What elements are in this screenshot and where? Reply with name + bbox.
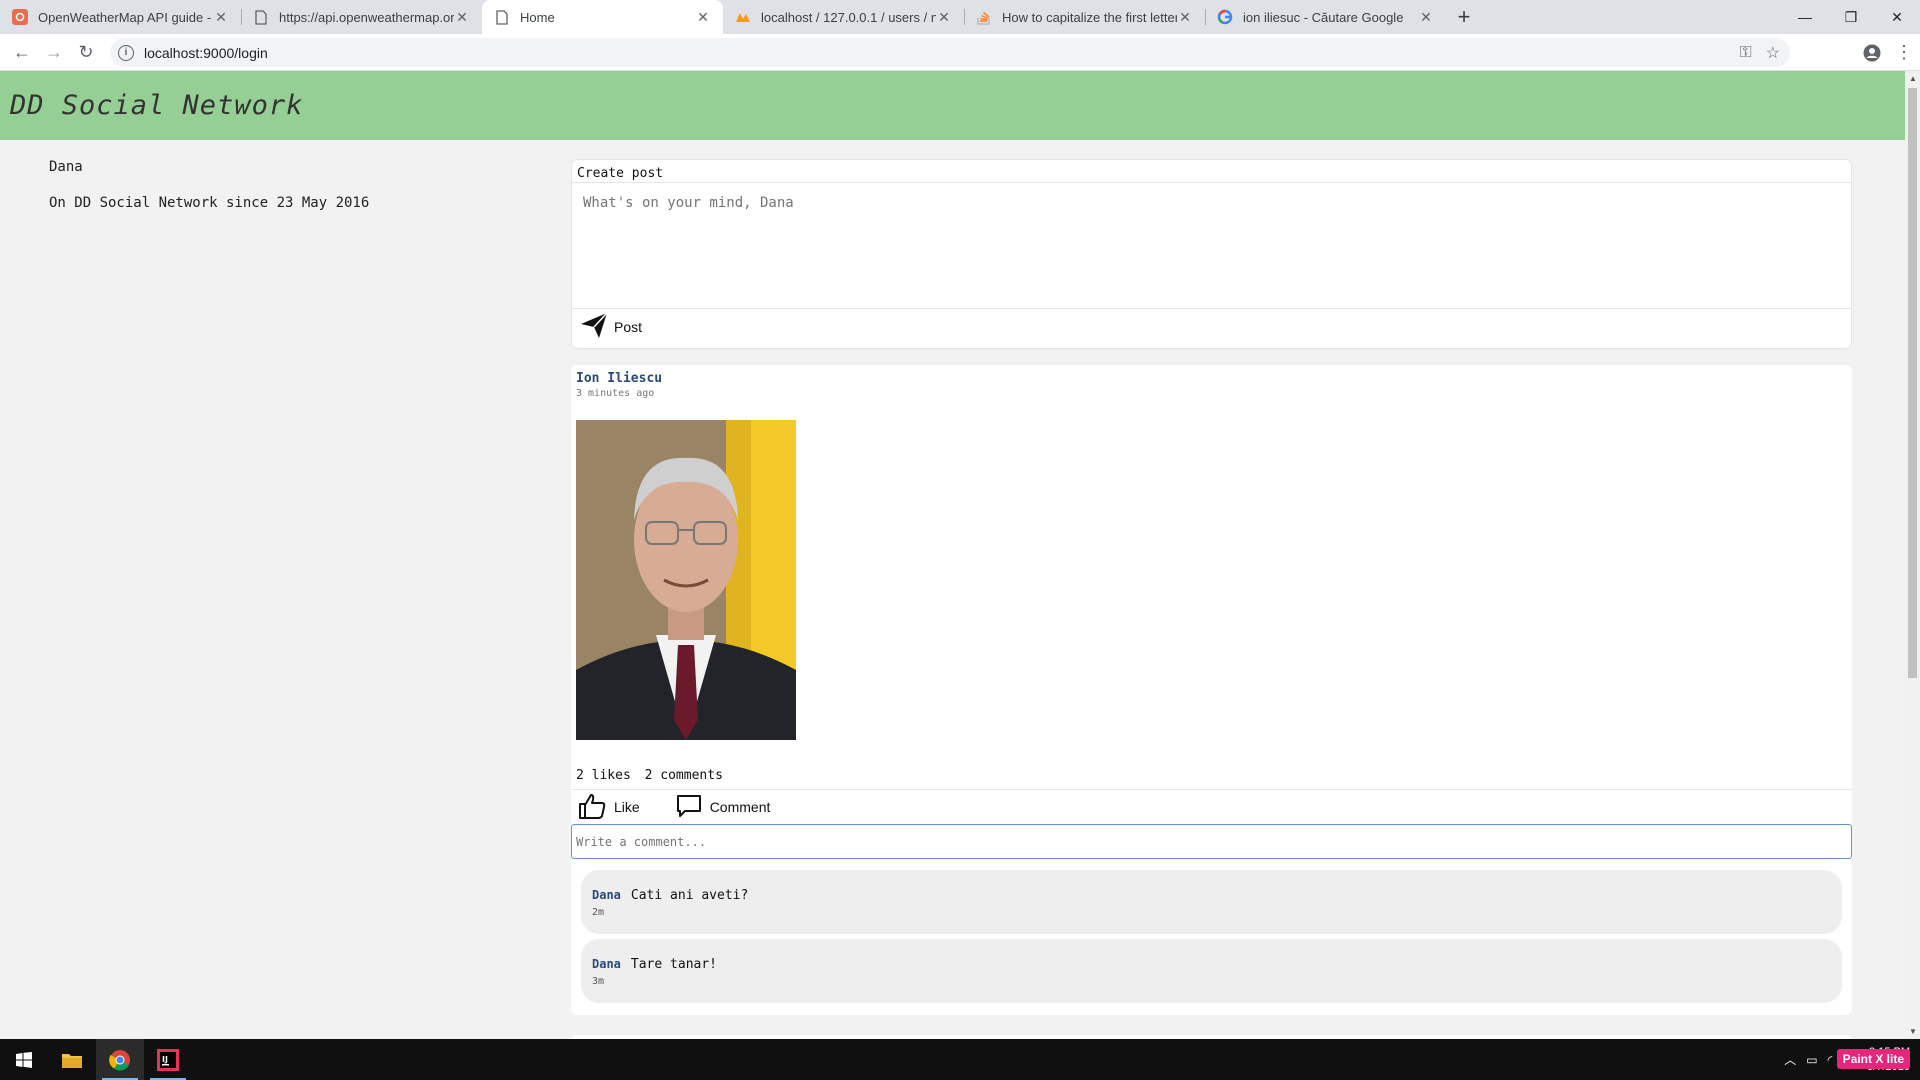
create-post-heading: Create post [572, 160, 1851, 183]
url-text: localhost:9000/login [144, 44, 268, 61]
comment-item: Dana Cati ani aveti? 2m [581, 870, 1842, 934]
back-arrow-icon[interactable]: ← [6, 36, 38, 68]
post-author[interactable]: Ion Iliescu [576, 371, 662, 386]
post-time: 3 minutes ago [576, 388, 655, 399]
thumbs-up-icon [578, 792, 606, 823]
paper-plane-icon [579, 310, 609, 343]
close-tab-icon[interactable]: ✕ [936, 9, 952, 25]
tab-phpmyadmin[interactable]: localhost / 127.0.0.1 / users / nev ✕ [723, 0, 964, 34]
new-tab-button[interactable]: + [1446, 0, 1482, 34]
post-stats: 2 likes 2 comments [576, 768, 723, 783]
profile-name[interactable]: Dana [49, 159, 369, 175]
openweathermap-icon [12, 9, 28, 25]
page-viewport: DD Social Network Dana On DD Social Netw… [0, 71, 1905, 1039]
tab-label: ion iliesuc - Căutare Google [1243, 9, 1404, 25]
chrome-icon[interactable] [96, 1039, 144, 1080]
profile-icon[interactable] [1856, 44, 1888, 62]
comment-item: Dana Tare tanar! 3m [581, 939, 1842, 1003]
star-icon[interactable]: ☆ [1766, 43, 1780, 63]
tab-label: localhost / 127.0.0.1 / users / nev [761, 9, 936, 25]
scroll-up-icon[interactable]: ▲ [1909, 74, 1917, 83]
profile-summary: Dana On DD Social Network since 23 May 2… [49, 159, 369, 211]
site-header: DD Social Network [0, 71, 1905, 140]
comment-author[interactable]: Dana [592, 957, 621, 971]
like-label: Like [614, 799, 640, 815]
tab-openweathermap-guide[interactable]: OpenWeatherMap API guide - O ✕ [0, 0, 241, 34]
tab-label: OpenWeatherMap API guide - O [38, 9, 213, 25]
tab-google-search[interactable]: ion iliesuc - Căutare Google ✕ [1205, 0, 1446, 34]
comment-label: Comment [709, 799, 771, 815]
scroll-down-icon[interactable]: ▼ [1909, 1027, 1917, 1036]
scrollbar-thumb[interactable] [1908, 88, 1917, 678]
close-tab-icon[interactable]: ✕ [1177, 9, 1193, 25]
browser-toolbar: ← → ↻ i localhost:9000/login ⚿ ☆ ⋮ [0, 34, 1920, 71]
menu-icon[interactable]: ⋮ [1888, 42, 1920, 63]
windows-start-icon[interactable] [0, 1039, 48, 1080]
close-tab-icon[interactable]: ✕ [1418, 9, 1434, 25]
reload-icon[interactable]: ↻ [70, 36, 102, 68]
close-tab-icon[interactable]: ✕ [454, 9, 470, 25]
close-tab-icon[interactable]: ✕ [213, 9, 229, 25]
post-textarea[interactable] [572, 183, 1851, 308]
page-icon [253, 9, 269, 25]
tab-stackoverflow[interactable]: How to capitalize the first letter o ✕ [964, 0, 1205, 34]
page-scrollbar[interactable]: ▲ ▼ [1905, 71, 1920, 1039]
comment-button[interactable]: Comment [676, 794, 771, 821]
chevron-up-icon[interactable]: ︿ [1784, 1051, 1796, 1068]
tab-label: https://api.openweathermap.org [279, 9, 454, 25]
google-icon [1217, 9, 1233, 25]
paint-x-lite-badge[interactable]: Paint X lite [1836, 1049, 1910, 1069]
phpmyadmin-icon [735, 9, 751, 25]
create-post-card: Create post Post [571, 159, 1852, 349]
close-window-icon[interactable]: ✕ [1874, 0, 1920, 34]
forward-arrow-icon[interactable]: → [38, 36, 70, 68]
wifi-icon[interactable]: ◜ [1828, 1053, 1833, 1067]
post-button[interactable]: Post [572, 308, 1851, 344]
tab-home[interactable]: Home ✕ [482, 0, 723, 34]
comment-time: 2m [592, 907, 605, 918]
window-controls: — ❐ ✕ [1782, 0, 1920, 34]
likes-count[interactable]: 2 likes [576, 768, 631, 783]
tab-label: How to capitalize the first letter o [1002, 9, 1177, 25]
info-icon[interactable]: i [118, 44, 134, 61]
comment-input[interactable] [571, 824, 1852, 859]
post-photo[interactable] [576, 420, 796, 740]
tab-openweathermap-api[interactable]: https://api.openweathermap.org ✕ [241, 0, 482, 34]
restore-icon[interactable]: ❐ [1828, 0, 1874, 34]
tab-label: Home [520, 9, 555, 25]
comment-text: Cati ani aveti? [630, 888, 749, 903]
post-button-label: Post [614, 318, 643, 335]
tab-strip: OpenWeatherMap API guide - O ✕ https://a… [0, 0, 1920, 34]
page-icon [494, 9, 510, 25]
member-since: On DD Social Network since 23 May 2016 [49, 195, 370, 211]
post-card: Ion Iliescu 3 minutes ago 2 likes 2 comm… [571, 365, 1852, 1015]
like-button[interactable]: Like [578, 792, 640, 823]
key-icon[interactable]: ⚿ [1739, 44, 1751, 62]
address-bar[interactable]: i localhost:9000/login ⚿ ☆ [110, 38, 1790, 67]
svg-text:IJ: IJ [162, 1055, 168, 1064]
intellij-icon[interactable]: IJ [144, 1039, 192, 1080]
stackoverflow-icon [976, 9, 992, 25]
comments-count[interactable]: 2 comments [645, 768, 723, 783]
comment-author[interactable]: Dana [592, 888, 621, 902]
windows-taskbar: IJ ︿ ▭ ◜ 🔈 3:15 PM 5/7/2019 Paint X lite [0, 1039, 1920, 1080]
post-actions: Like Comment [571, 789, 1852, 824]
battery-icon[interactable]: ▭ [1806, 1053, 1817, 1067]
comment-text: Tare tanar! [630, 957, 717, 972]
site-title[interactable]: DD Social Network [10, 90, 303, 121]
speech-bubble-icon [676, 794, 702, 821]
comment-time: 3m [592, 976, 605, 987]
close-tab-icon[interactable]: ✕ [695, 9, 711, 25]
file-explorer-icon[interactable] [48, 1039, 96, 1080]
minimize-icon[interactable]: — [1782, 0, 1828, 34]
